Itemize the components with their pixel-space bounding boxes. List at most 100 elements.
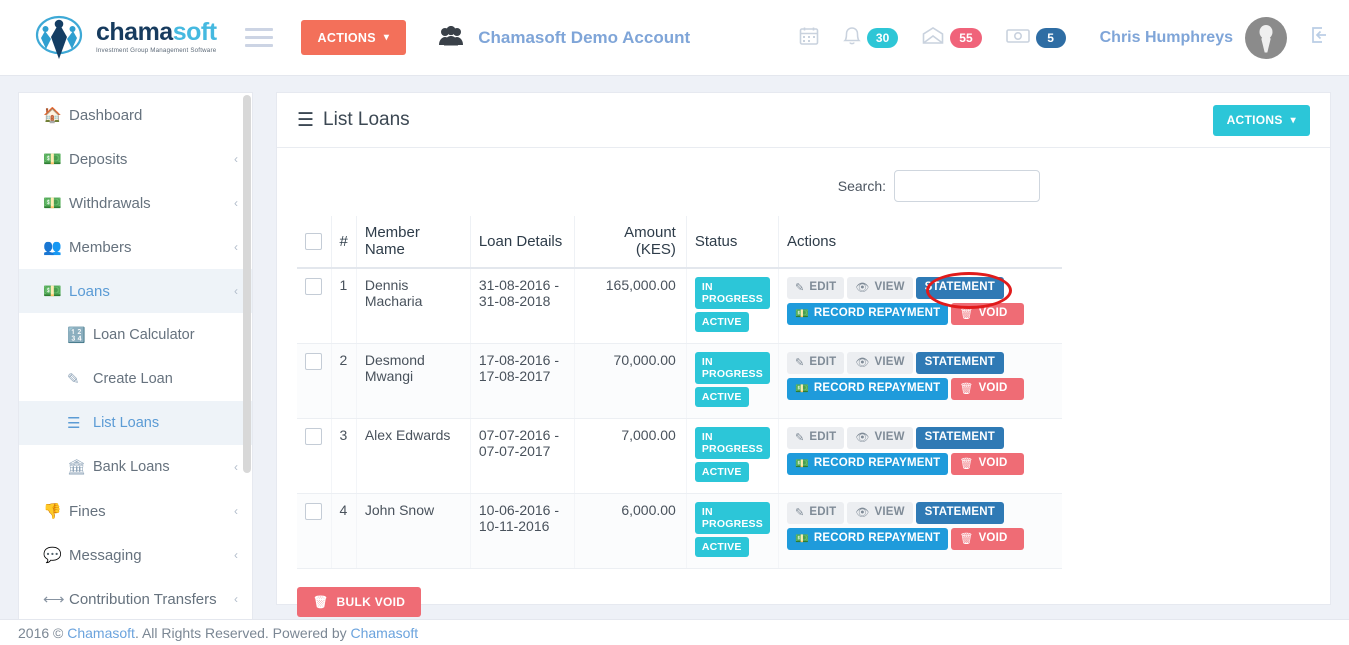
panel-actions-label: ACTIONS [1226, 113, 1283, 127]
edit-button[interactable]: ✎ EDIT [786, 277, 845, 299]
brand-logo[interactable]: chamasoft Investment Group Management So… [30, 13, 217, 63]
row-checkbox[interactable] [305, 427, 323, 445]
mail-badge-count: 55 [950, 27, 982, 48]
chamasoft-logo-icon [30, 13, 88, 63]
sidebar-item-messaging[interactable]: 💬 Messaging ‹ [19, 533, 252, 577]
money-bill-icon[interactable] [1005, 28, 1030, 48]
footer-link-chamasoft-2[interactable]: Chamasoft [351, 625, 419, 641]
record-repayment-button[interactable]: 💵 RECORD REPAYMENT [786, 303, 949, 325]
row-index: 2 [331, 343, 357, 419]
sidebar-item-label: Members [69, 238, 132, 256]
statement-button[interactable]: STATEMENT [915, 352, 1004, 374]
edit-button[interactable]: ✎ EDIT [786, 502, 845, 524]
col-status: Status [686, 216, 779, 269]
chevron-down-icon: ▾ [1290, 114, 1296, 126]
row-actions: ✎ EDIT 👁 VIEW STATEMENT 💵 RECORD REPAYME… [778, 493, 1062, 569]
row-checkbox[interactable] [305, 352, 323, 370]
sidebar-item-bank-loans[interactable]: 🏛 Bank Loans ‹ [19, 445, 252, 489]
record-repayment-button[interactable]: 💵 RECORD REPAYMENT [786, 453, 949, 475]
logout-icon[interactable] [1309, 25, 1331, 51]
row-index: 4 [331, 493, 357, 569]
view-button[interactable]: 👁 VIEW [847, 352, 913, 374]
statement-button[interactable]: STATEMENT [915, 277, 1004, 299]
chevron-left-icon: ‹ [234, 196, 238, 210]
statement-button[interactable]: STATEMENT [915, 502, 1004, 524]
money-badge-count: 5 [1035, 27, 1066, 48]
col-amount: Amount (KES) [574, 216, 687, 269]
loans-table-wrapper: # Member Name Loan Details Amount (KES) … [277, 216, 1330, 569]
sidebar-item-deposits[interactable]: 💵 Deposits ‹ [19, 137, 252, 181]
sidebar-item-create-loan[interactable]: ✎ Create Loan [19, 357, 252, 401]
view-button[interactable]: 👁 VIEW [847, 502, 913, 524]
row-amount: 6,000.00 [574, 493, 687, 569]
status-badge-progress: IN PROGRESS [694, 427, 770, 459]
record-repayment-button[interactable]: 💵 RECORD REPAYMENT [786, 528, 949, 550]
row-status: IN PROGRESS ACTIVE [686, 268, 779, 344]
header-actions-button[interactable]: ACTIONS ▾ [300, 20, 407, 55]
statement-button[interactable]: STATEMENT [915, 427, 1004, 449]
sidebar-item-fines[interactable]: 👎 Fines ‹ [19, 489, 252, 533]
row-select-cell [297, 343, 332, 419]
record-repayment-button[interactable]: 💵 RECORD REPAYMENT [786, 378, 949, 400]
home-icon: 🏠 [43, 107, 62, 124]
sidebar-item-contribution-transfers[interactable]: ⟷ Contribution Transfers ‹ [19, 577, 252, 621]
eye-icon: 👁 [855, 506, 870, 519]
sidebar-item-label: Fines [69, 502, 106, 520]
footer-link-chamasoft-1[interactable]: Chamasoft [67, 625, 135, 641]
sidebar-item-loans[interactable]: 💵 Loans ‹ [19, 269, 252, 313]
money-icon: 💵 [794, 532, 809, 545]
record-label: RECORD REPAYMENT [813, 532, 941, 545]
table-row: 1 Dennis Macharia 31-08-2016 - 31-08-201… [297, 268, 1062, 344]
row-index: 1 [331, 268, 357, 344]
row-index: 3 [331, 418, 357, 494]
money-icon: 💵 [43, 283, 62, 300]
sidebar-item-dashboard[interactable]: 🏠 Dashboard [19, 93, 252, 137]
hamburger-menu-icon[interactable] [244, 23, 273, 52]
row-member-name: Desmond Mwangi [356, 343, 471, 419]
edit-button[interactable]: ✎ EDIT [786, 352, 845, 374]
record-label: RECORD REPAYMENT [813, 307, 941, 320]
panel-actions-button[interactable]: ACTIONS ▾ [1212, 104, 1310, 136]
logo-word-chama: chama [96, 18, 173, 47]
edit-button[interactable]: ✎ EDIT [786, 427, 845, 449]
status-badge-progress: IN PROGRESS [694, 277, 770, 309]
envelope-icon[interactable] [922, 26, 944, 49]
footer-text-mid: . All Rights Reserved. Powered by [134, 625, 351, 641]
sidebar-scrollbar[interactable] [243, 95, 251, 473]
footer-text-before: 2016 © [18, 625, 68, 641]
void-button[interactable]: 🗑 VOID [951, 378, 1025, 400]
row-checkbox[interactable] [305, 502, 323, 520]
avatar[interactable] [1245, 16, 1287, 59]
void-button[interactable]: 🗑 VOID [951, 528, 1025, 550]
sidebar-item-withdrawals[interactable]: 💵 Withdrawals ‹ [19, 181, 252, 225]
trash-icon: 🗑 [959, 532, 974, 545]
select-all-checkbox[interactable] [305, 232, 323, 250]
sidebar-item-members[interactable]: 👥 Members ‹ [19, 225, 252, 269]
row-amount: 70,000.00 [574, 343, 687, 419]
edit-label: EDIT [809, 431, 837, 444]
user-name[interactable]: Chris Humphreys [1100, 29, 1233, 47]
row-select-cell [297, 418, 332, 494]
select-all-header [297, 216, 332, 269]
money-icon: 💵 [794, 457, 809, 470]
users-icon: 👥 [43, 239, 62, 256]
thumbs-down-icon: 👎 [43, 503, 62, 520]
pencil-icon: ✎ [794, 281, 805, 294]
view-button[interactable]: 👁 VIEW [847, 427, 913, 449]
view-label: VIEW [874, 356, 905, 369]
view-button[interactable]: 👁 VIEW [847, 277, 913, 299]
void-button[interactable]: 🗑 VOID [951, 303, 1025, 325]
table-row: 2 Desmond Mwangi 17-08-2016 - 17-08-2017… [297, 343, 1062, 419]
account-name[interactable]: Chamasoft Demo Account [478, 28, 690, 48]
bulk-void-button[interactable]: 🗑 BULK VOID [297, 587, 422, 617]
row-checkbox[interactable] [305, 277, 323, 295]
row-actions: ✎ EDIT 👁 VIEW STATEMENT 💵 RECORD REPAYME… [778, 268, 1062, 344]
bell-icon[interactable] [843, 26, 861, 50]
sidebar-item-loan-calculator[interactable]: 🔢 Loan Calculator [19, 313, 252, 357]
chevron-left-icon: ‹ [234, 504, 238, 518]
sidebar-item-list-loans[interactable]: ☰ List Loans [19, 401, 252, 445]
statement-label: STATEMENT [924, 281, 995, 294]
search-input[interactable] [894, 170, 1040, 202]
void-button[interactable]: 🗑 VOID [951, 453, 1025, 475]
calendar-icon[interactable] [799, 26, 819, 50]
